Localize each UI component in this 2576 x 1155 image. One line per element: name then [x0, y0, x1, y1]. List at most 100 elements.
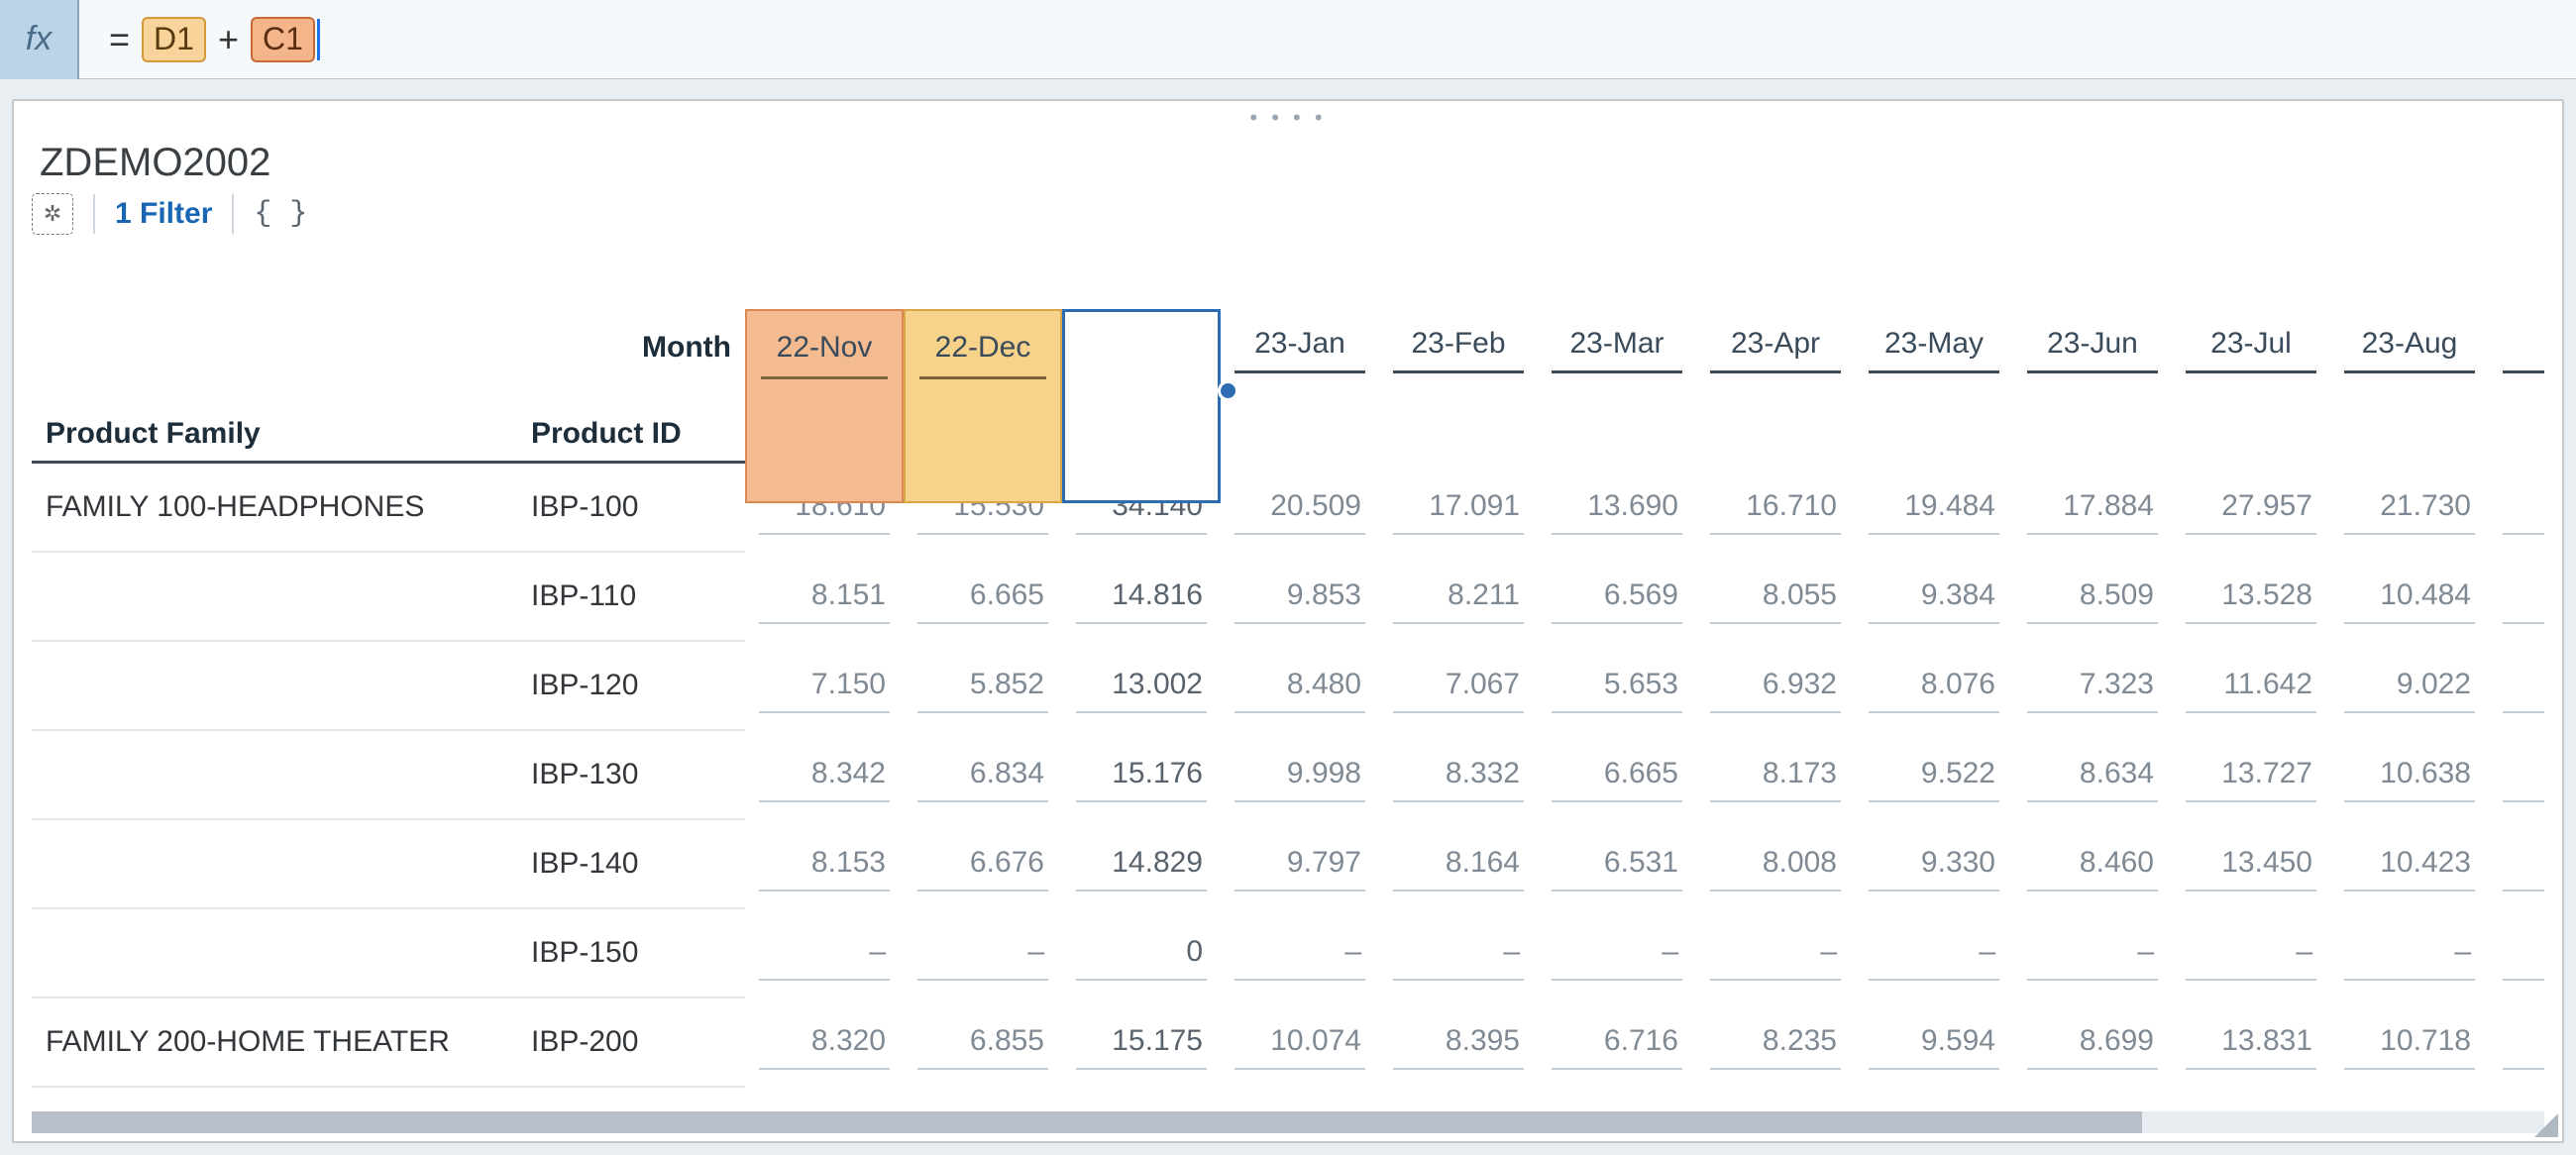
data-cell[interactable]: 9.160: [1221, 1088, 1379, 1111]
product-id-cell[interactable]: IBP-200: [517, 998, 745, 1088]
data-cell[interactable]: 13.831: [2172, 998, 2330, 1088]
data-cell[interactable]: 8.320: [745, 998, 904, 1088]
data-cell[interactable]: 10.638: [2330, 731, 2489, 820]
month-col-4[interactable]: 23-Feb: [1379, 309, 1538, 386]
settings-icon[interactable]: ✲: [32, 193, 73, 235]
data-cell[interactable]: –: [1855, 909, 2013, 998]
data-cell[interactable]: –: [745, 909, 904, 998]
product-family-cell[interactable]: [32, 731, 517, 820]
data-cell[interactable]: 10.423: [2330, 820, 2489, 909]
data-cell[interactable]: 9.797: [1221, 820, 1379, 909]
month-col-8[interactable]: 23-Jun: [2013, 309, 2172, 386]
data-cell[interactable]: 8.509: [2013, 553, 2172, 642]
data-cell[interactable]: 8.076: [1855, 642, 2013, 731]
product-id-cell[interactable]: IBP-120: [517, 642, 745, 731]
data-cell[interactable]: 6.203: [904, 1088, 1062, 1111]
data-cell[interactable]: 6.716: [1538, 998, 1696, 1088]
data-cell[interactable]: 8.235: [1696, 998, 1855, 1088]
data-cell[interactable]: 8.332: [1379, 731, 1538, 820]
data-cell[interactable]: 9.384: [1855, 553, 2013, 642]
data-cell[interactable]: 8.008: [1696, 820, 1855, 909]
data-cell[interactable]: 13.528: [2172, 553, 2330, 642]
data-cell[interactable]: 10.484: [2330, 553, 2489, 642]
product-id-cell[interactable]: IBP-210: [517, 1088, 745, 1111]
data-cell[interactable]: 8.153: [745, 820, 904, 909]
product-family-cell[interactable]: [32, 553, 517, 642]
data-cell[interactable]: –: [2172, 909, 2330, 998]
filter-link[interactable]: 1 Filter: [115, 197, 212, 231]
data-cell[interactable]: 12.576: [2172, 1088, 2330, 1111]
data-cell[interactable]: 13.002: [1062, 642, 1221, 731]
data-cell[interactable]: 8.173: [1696, 731, 1855, 820]
data-cell[interactable]: 16.710: [1696, 464, 1855, 553]
product-family-cell[interactable]: [32, 820, 517, 909]
data-cell[interactable]: 7.067: [1379, 642, 1538, 731]
data-cell[interactable]: 17.884: [2013, 464, 2172, 553]
data-cell[interactable]: –: [2330, 909, 2489, 998]
panel-drag-handle[interactable]: • • • •: [14, 101, 2562, 135]
data-cell[interactable]: 6: [2489, 642, 2544, 731]
cell-ref-d1[interactable]: D1: [142, 17, 206, 62]
data-cell[interactable]: –: [2489, 909, 2544, 998]
product-family-cell[interactable]: [32, 1088, 517, 1111]
month-col-3[interactable]: 23-Jan: [1221, 309, 1379, 386]
product-family-cell[interactable]: [32, 909, 517, 998]
data-cell[interactable]: 6.107: [1538, 1088, 1696, 1111]
product-id-cell[interactable]: IBP-150: [517, 909, 745, 998]
data-cell[interactable]: 8.724: [1855, 1088, 2013, 1111]
data-cell[interactable]: 11.642: [2172, 642, 2330, 731]
data-cell[interactable]: 8.395: [1379, 998, 1538, 1088]
data-cell[interactable]: 9.022: [2330, 642, 2489, 731]
data-cell[interactable]: 8.164: [1379, 820, 1538, 909]
product-family-cell[interactable]: FAMILY 100-HEADPHONES: [32, 464, 517, 553]
data-cell[interactable]: 9.594: [1855, 998, 2013, 1088]
data-cell[interactable]: 7: [2489, 820, 2544, 909]
product-family-cell[interactable]: [32, 642, 517, 731]
data-cell[interactable]: 8.342: [745, 731, 904, 820]
data-cell[interactable]: 6.531: [1538, 820, 1696, 909]
data-cell[interactable]: 9.746: [2330, 1088, 2489, 1111]
data-cell[interactable]: 8: [2489, 998, 2544, 1088]
data-cell[interactable]: 7.323: [2013, 642, 2172, 731]
data-cell[interactable]: 9.522: [1855, 731, 2013, 820]
data-cell[interactable]: 13.727: [2172, 731, 2330, 820]
data-cell[interactable]: 6.855: [904, 998, 1062, 1088]
data-cell[interactable]: 14.829: [1062, 820, 1221, 909]
data-cell[interactable]: 6.676: [904, 820, 1062, 909]
data-cell[interactable]: –: [2013, 909, 2172, 998]
data-cell[interactable]: –: [1696, 909, 1855, 998]
product-id-cell[interactable]: IBP-130: [517, 731, 745, 820]
data-cell[interactable]: 8: [2489, 553, 2544, 642]
data-cell[interactable]: 8.055: [1696, 553, 1855, 642]
data-cell[interactable]: 8.151: [745, 553, 904, 642]
data-cell[interactable]: 6.569: [1538, 553, 1696, 642]
month-col-9[interactable]: 23-Jul: [2172, 309, 2330, 386]
data-cell[interactable]: 8.211: [1379, 553, 1538, 642]
data-cell[interactable]: 0: [1062, 909, 1221, 998]
month-col-7[interactable]: 23-May: [1855, 309, 2013, 386]
data-cell[interactable]: 27.957: [2172, 464, 2330, 553]
data-cell[interactable]: 6.834: [904, 731, 1062, 820]
data-cell[interactable]: 5.653: [1538, 642, 1696, 731]
data-cell[interactable]: –: [1221, 909, 1379, 998]
fx-button[interactable]: fx: [0, 0, 79, 79]
data-cell[interactable]: 7.910: [2013, 1088, 2172, 1111]
data-cell[interactable]: 7: [2489, 1088, 2544, 1111]
data-cell[interactable]: 8.480: [1221, 642, 1379, 731]
data-cell[interactable]: –: [904, 909, 1062, 998]
selection-handle[interactable]: [1218, 380, 1238, 401]
data-cell[interactable]: 7.634: [1379, 1088, 1538, 1111]
formula-input[interactable]: = D1 + C1: [79, 0, 2576, 79]
month-col-5[interactable]: 23-Mar: [1538, 309, 1696, 386]
data-cell[interactable]: 21.730: [2330, 464, 2489, 553]
data-cell[interactable]: 19.484: [1855, 464, 2013, 553]
horizontal-scrollbar[interactable]: [32, 1111, 2544, 1133]
data-cell[interactable]: –: [1538, 909, 1696, 998]
cell-ref-c1[interactable]: C1: [251, 17, 315, 62]
data-cell[interactable]: 13.450: [2172, 820, 2330, 909]
data-cell[interactable]: 9.330: [1855, 820, 2013, 909]
data-cell[interactable]: 7.601: [745, 1088, 904, 1111]
data-cell[interactable]: 8.699: [2013, 998, 2172, 1088]
data-cell[interactable]: 8: [2489, 731, 2544, 820]
month-col-11[interactable]: 23: [2489, 309, 2544, 386]
